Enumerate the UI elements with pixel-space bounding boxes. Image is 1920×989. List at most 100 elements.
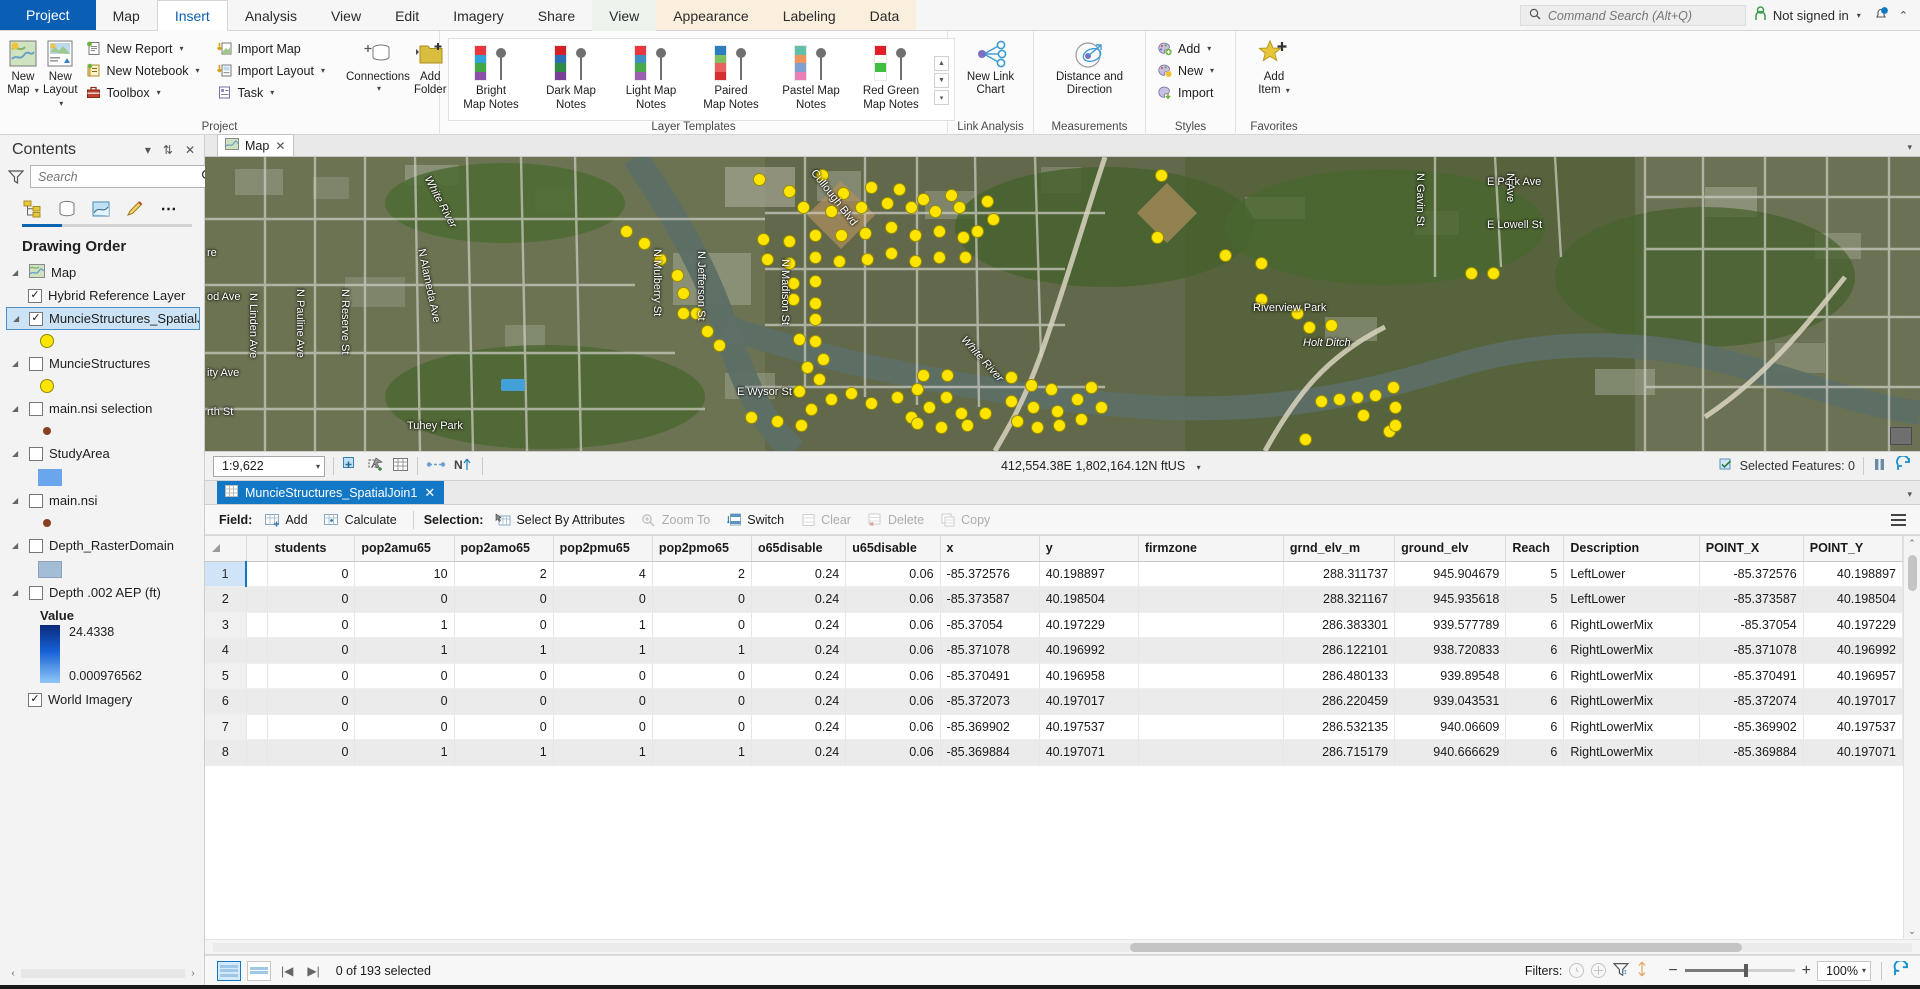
cell-firmzone[interactable] — [1138, 714, 1284, 740]
account-menu[interactable]: Not signed in ▾ — [1746, 0, 1869, 30]
cell-u65disable[interactable]: 0.06 — [845, 586, 941, 613]
cell-x[interactable]: -85.370491 — [940, 663, 1040, 689]
expand-arrow-icon[interactable]: ◢ — [13, 314, 23, 323]
expand-arrow-icon[interactable]: ◢ — [12, 268, 23, 277]
cell-point_y[interactable]: 40.198504 — [1803, 586, 1903, 613]
column-header-pop2amo65[interactable]: pop2amo65 — [454, 536, 554, 562]
cell-u65disable[interactable]: 0.06 — [845, 688, 941, 715]
cell-students[interactable]: 0 — [267, 714, 356, 740]
cell-x[interactable]: -85.37054 — [940, 612, 1040, 638]
cell-u65disable[interactable]: 0.06 — [845, 561, 941, 587]
expand-arrow-icon[interactable]: ◢ — [12, 541, 23, 550]
cell-pop2amo65[interactable]: 1 — [454, 637, 554, 664]
column-header-description[interactable]: Description — [1563, 536, 1700, 562]
column-header-point_y[interactable]: POINT_Y — [1803, 536, 1903, 562]
grid-body[interactable]: students pop2amu65 pop2amo65 pop2pmu65 p… — [205, 536, 1903, 939]
cell-pop2pmo65[interactable]: 0 — [652, 714, 752, 740]
cell-pop2pmo65[interactable]: 1 — [652, 637, 752, 664]
expand-arrow-icon[interactable]: ◢ — [12, 359, 23, 368]
expand-arrow-icon[interactable]: ◢ — [12, 449, 23, 458]
cell-x[interactable]: -85.373587 — [940, 586, 1040, 613]
cell-pop2pmo65[interactable]: 0 — [652, 612, 752, 638]
import-layout-button[interactable]: Import Layout ▾ — [212, 60, 329, 81]
attribute-table-tool[interactable] — [392, 456, 409, 476]
command-search-input[interactable] — [1547, 8, 1737, 23]
zoom-slider[interactable]: − + — [1668, 962, 1811, 980]
connections-button[interactable]: Connections ▾ — [345, 34, 411, 96]
tab-edit[interactable]: Edit — [378, 0, 436, 31]
scroll-right-icon[interactable]: › — [188, 968, 198, 979]
cell-students[interactable]: 0 — [267, 637, 356, 664]
scroll-left-icon[interactable]: ‹ — [8, 968, 18, 979]
cell-u65disable[interactable]: 0.06 — [845, 663, 941, 689]
cell-description[interactable]: RightLowerMix — [1563, 714, 1700, 740]
layer-visibility-checkbox[interactable] — [29, 446, 43, 461]
cell-point_x[interactable]: -85.369902 — [1699, 714, 1804, 740]
cell-ground_elv[interactable]: 945.904679 — [1394, 561, 1507, 587]
scrollbar-track[interactable] — [21, 969, 185, 978]
layer-visibility-checkbox[interactable] — [29, 585, 43, 600]
cell-description[interactable]: RightLowerMix — [1563, 612, 1700, 638]
new-notebook-button[interactable]: New Notebook ▾ — [81, 60, 204, 81]
tab-map[interactable]: Map — [96, 0, 157, 31]
h-scrollbar-track[interactable] — [213, 942, 1912, 952]
row-select-cell[interactable] — [246, 663, 269, 689]
tab-view[interactable]: View — [314, 0, 378, 31]
row-number[interactable]: 4 — [205, 637, 247, 664]
import-style-button[interactable]: Import — [1152, 82, 1218, 103]
cell-y[interactable]: 40.198897 — [1039, 561, 1139, 587]
switch-selection-button[interactable]: Switch — [720, 510, 790, 530]
data-source-icon[interactable] — [56, 198, 78, 220]
cell-description[interactable]: RightLowerMix — [1563, 688, 1700, 715]
cell-pop2pmu65[interactable]: 1 — [553, 739, 653, 766]
cell-ground_elv[interactable]: 945.935618 — [1394, 586, 1507, 613]
chevron-down-icon[interactable]: ▾ — [316, 462, 320, 471]
cell-point_x[interactable]: -85.37054 — [1699, 612, 1804, 638]
row-number[interactable]: 2 — [205, 586, 247, 613]
cell-ground_elv[interactable]: 938.720833 — [1394, 637, 1507, 664]
column-header-u65disable[interactable]: u65disable — [845, 536, 941, 562]
selection-icon[interactable] — [90, 198, 112, 220]
column-header-firmzone[interactable]: firmzone — [1138, 536, 1284, 562]
layer-row-main-nsi-selection[interactable]: ◢ main.nsi selection — [6, 397, 204, 420]
row-select-cell[interactable] — [246, 612, 269, 638]
cell-firmzone[interactable] — [1138, 637, 1284, 664]
chevron-down-icon[interactable]: ▾ — [1862, 966, 1866, 975]
cell-y[interactable]: 40.197229 — [1039, 612, 1139, 638]
row-select-cell[interactable] — [246, 586, 269, 613]
cell-point_y[interactable]: 40.197017 — [1803, 688, 1903, 715]
add-item-button[interactable]: Add Item ▾ — [1243, 34, 1305, 100]
hamburger-menu-icon[interactable] — [1885, 511, 1912, 529]
range-filter-icon[interactable] — [1591, 963, 1607, 978]
cell-reach[interactable]: 6 — [1505, 612, 1565, 638]
contents-horizontal-scrollbar[interactable]: ‹ › — [8, 966, 198, 981]
table-row[interactable]: 1 0 10 2 4 2 0.24 0.06 -85.372576 40.198… — [205, 561, 1903, 587]
tab-feature-layer-view[interactable]: View — [592, 0, 657, 31]
cell-pop2pmu65[interactable]: 0 — [553, 663, 653, 689]
sort-arrows-icon[interactable] — [1636, 961, 1648, 980]
cell-u65disable[interactable]: 0.06 — [845, 637, 941, 664]
last-record-icon[interactable]: ▶| — [303, 964, 323, 978]
cell-pop2pmo65[interactable]: 0 — [652, 586, 752, 613]
refresh-icon[interactable] — [1895, 454, 1912, 476]
layer-row-main-nsi[interactable]: ◢ main.nsi — [6, 489, 204, 512]
cell-students[interactable]: 0 — [267, 663, 356, 689]
table-row[interactable]: 6 0 0 0 0 0 0.24 0.06 -85.372073 40.1970… — [205, 688, 1903, 715]
table-row[interactable]: 8 0 1 1 1 1 0.24 0.06 -85.369884 40.1970… — [205, 739, 1903, 766]
layer-row-depth-002-aep[interactable]: ◢ Depth .002 AEP (ft) — [6, 581, 204, 604]
cell-firmzone[interactable] — [1138, 561, 1284, 587]
row-select-cell[interactable] — [246, 688, 269, 715]
cell-reach[interactable]: 6 — [1505, 714, 1565, 740]
close-icon[interactable]: ✕ — [424, 485, 435, 501]
cell-pop2pmo65[interactable]: 0 — [652, 663, 752, 689]
zoom-slider-track[interactable] — [1684, 964, 1795, 977]
cell-students[interactable]: 0 — [267, 688, 356, 715]
cell-y[interactable]: 40.197537 — [1039, 714, 1139, 740]
tab-data[interactable]: Data — [853, 0, 917, 31]
cell-grnd_elv_m[interactable]: 286.480133 — [1283, 663, 1396, 689]
cell-grnd_elv_m[interactable]: 288.311737 — [1283, 561, 1396, 587]
distance-and-direction-button[interactable]: Distance and Direction — [1040, 34, 1139, 100]
grid-horizontal-scrollbar[interactable] — [205, 939, 1920, 954]
cell-pop2amo65[interactable]: 0 — [454, 663, 554, 689]
cell-x[interactable]: -85.372576 — [940, 561, 1040, 587]
